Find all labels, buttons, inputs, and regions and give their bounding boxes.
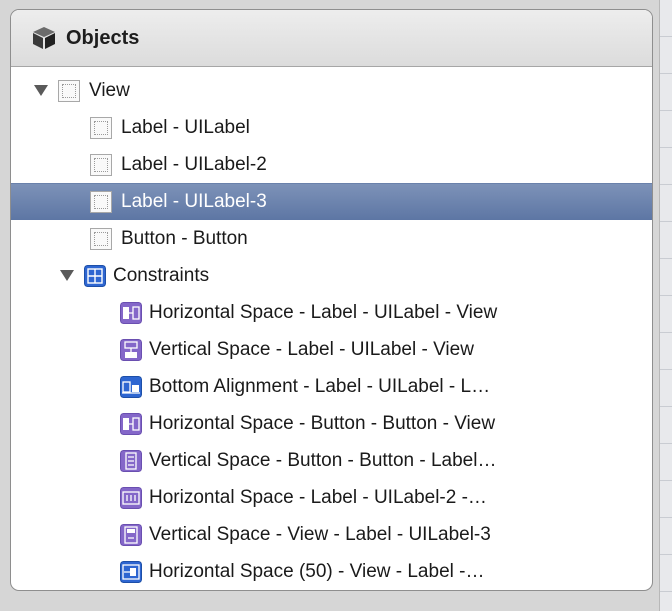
- horizontal-space-icon: [120, 486, 142, 509]
- tree-row-label: Button - Button: [121, 227, 248, 249]
- panel-title: Objects: [66, 26, 140, 49]
- disclosure-triangle-icon[interactable]: [60, 270, 74, 281]
- constraint-label: Bottom Alignment - Label - UILabel - L…: [149, 375, 491, 397]
- constraint-row[interactable]: Vertical Space - Label - UILabel - View: [11, 331, 652, 368]
- view-icon: [58, 79, 80, 102]
- constraint-label: Vertical Space - View - Label - UILabel-…: [149, 523, 491, 545]
- panel-header: Objects: [11, 10, 652, 67]
- tree-row-label: Constraints: [113, 264, 210, 286]
- tree-row-label-uilabel[interactable]: Label - UILabel: [11, 109, 652, 146]
- canvas-edge: [659, 0, 672, 611]
- tree-row-label: View: [89, 79, 130, 101]
- view-icon: [90, 227, 112, 250]
- objects-panel: Objects View Label - UILabel Label - UIL…: [10, 9, 653, 591]
- vertical-space-icon: [120, 523, 142, 546]
- horizontal-space-icon: [120, 412, 142, 435]
- cube-icon: [33, 27, 55, 49]
- tree-row-view[interactable]: View: [11, 72, 652, 109]
- horizontal-space-icon: [120, 560, 142, 583]
- disclosure-triangle-icon[interactable]: [34, 85, 48, 96]
- constraint-label: Horizontal Space - Label - UILabel-2 -…: [149, 486, 487, 508]
- tree-row-label-uilabel-2[interactable]: Label - UILabel-2: [11, 146, 652, 183]
- tree-row-label: Label - UILabel: [121, 116, 250, 138]
- tree-row-label-uilabel-3[interactable]: Label - UILabel-3: [11, 183, 652, 220]
- view-icon: [90, 191, 112, 213]
- constraint-row[interactable]: Horizontal Space (50) - View - Label -…: [11, 553, 652, 590]
- constraint-row[interactable]: Horizontal Space - Label - UILabel - Vie…: [11, 294, 652, 331]
- vertical-space-icon: [120, 338, 142, 361]
- bottom-alignment-icon: [120, 375, 142, 398]
- horizontal-space-icon: [120, 301, 142, 324]
- constraints-icon: [84, 264, 106, 287]
- constraint-label: Horizontal Space - Label - UILabel - Vie…: [149, 301, 498, 323]
- constraint-row[interactable]: Horizontal Space - Label - UILabel-2 -…: [11, 479, 652, 516]
- view-icon: [90, 153, 112, 176]
- constraint-label: Horizontal Space - Button - Button - Vie…: [149, 412, 496, 434]
- constraint-row[interactable]: Bottom Alignment - Label - UILabel - L…: [11, 368, 652, 405]
- constraint-row[interactable]: Vertical Space - View - Label - UILabel-…: [11, 516, 652, 553]
- constraint-label: Vertical Space - Label - UILabel - View: [149, 338, 474, 360]
- constraint-row[interactable]: Horizontal Space - Button - Button - Vie…: [11, 405, 652, 442]
- constraint-row[interactable]: Vertical Space - Button - Button - Label…: [11, 442, 652, 479]
- view-icon: [90, 116, 112, 139]
- tree-row-button[interactable]: Button - Button: [11, 220, 652, 257]
- tree-row-label: Label - UILabel-3: [121, 191, 267, 212]
- tree-row-label: Label - UILabel-2: [121, 153, 267, 175]
- tree-row-constraints[interactable]: Constraints: [11, 257, 652, 294]
- vertical-space-icon: [120, 449, 142, 472]
- constraint-label: Horizontal Space (50) - View - Label -…: [149, 560, 485, 582]
- constraint-label: Vertical Space - Button - Button - Label…: [149, 449, 497, 471]
